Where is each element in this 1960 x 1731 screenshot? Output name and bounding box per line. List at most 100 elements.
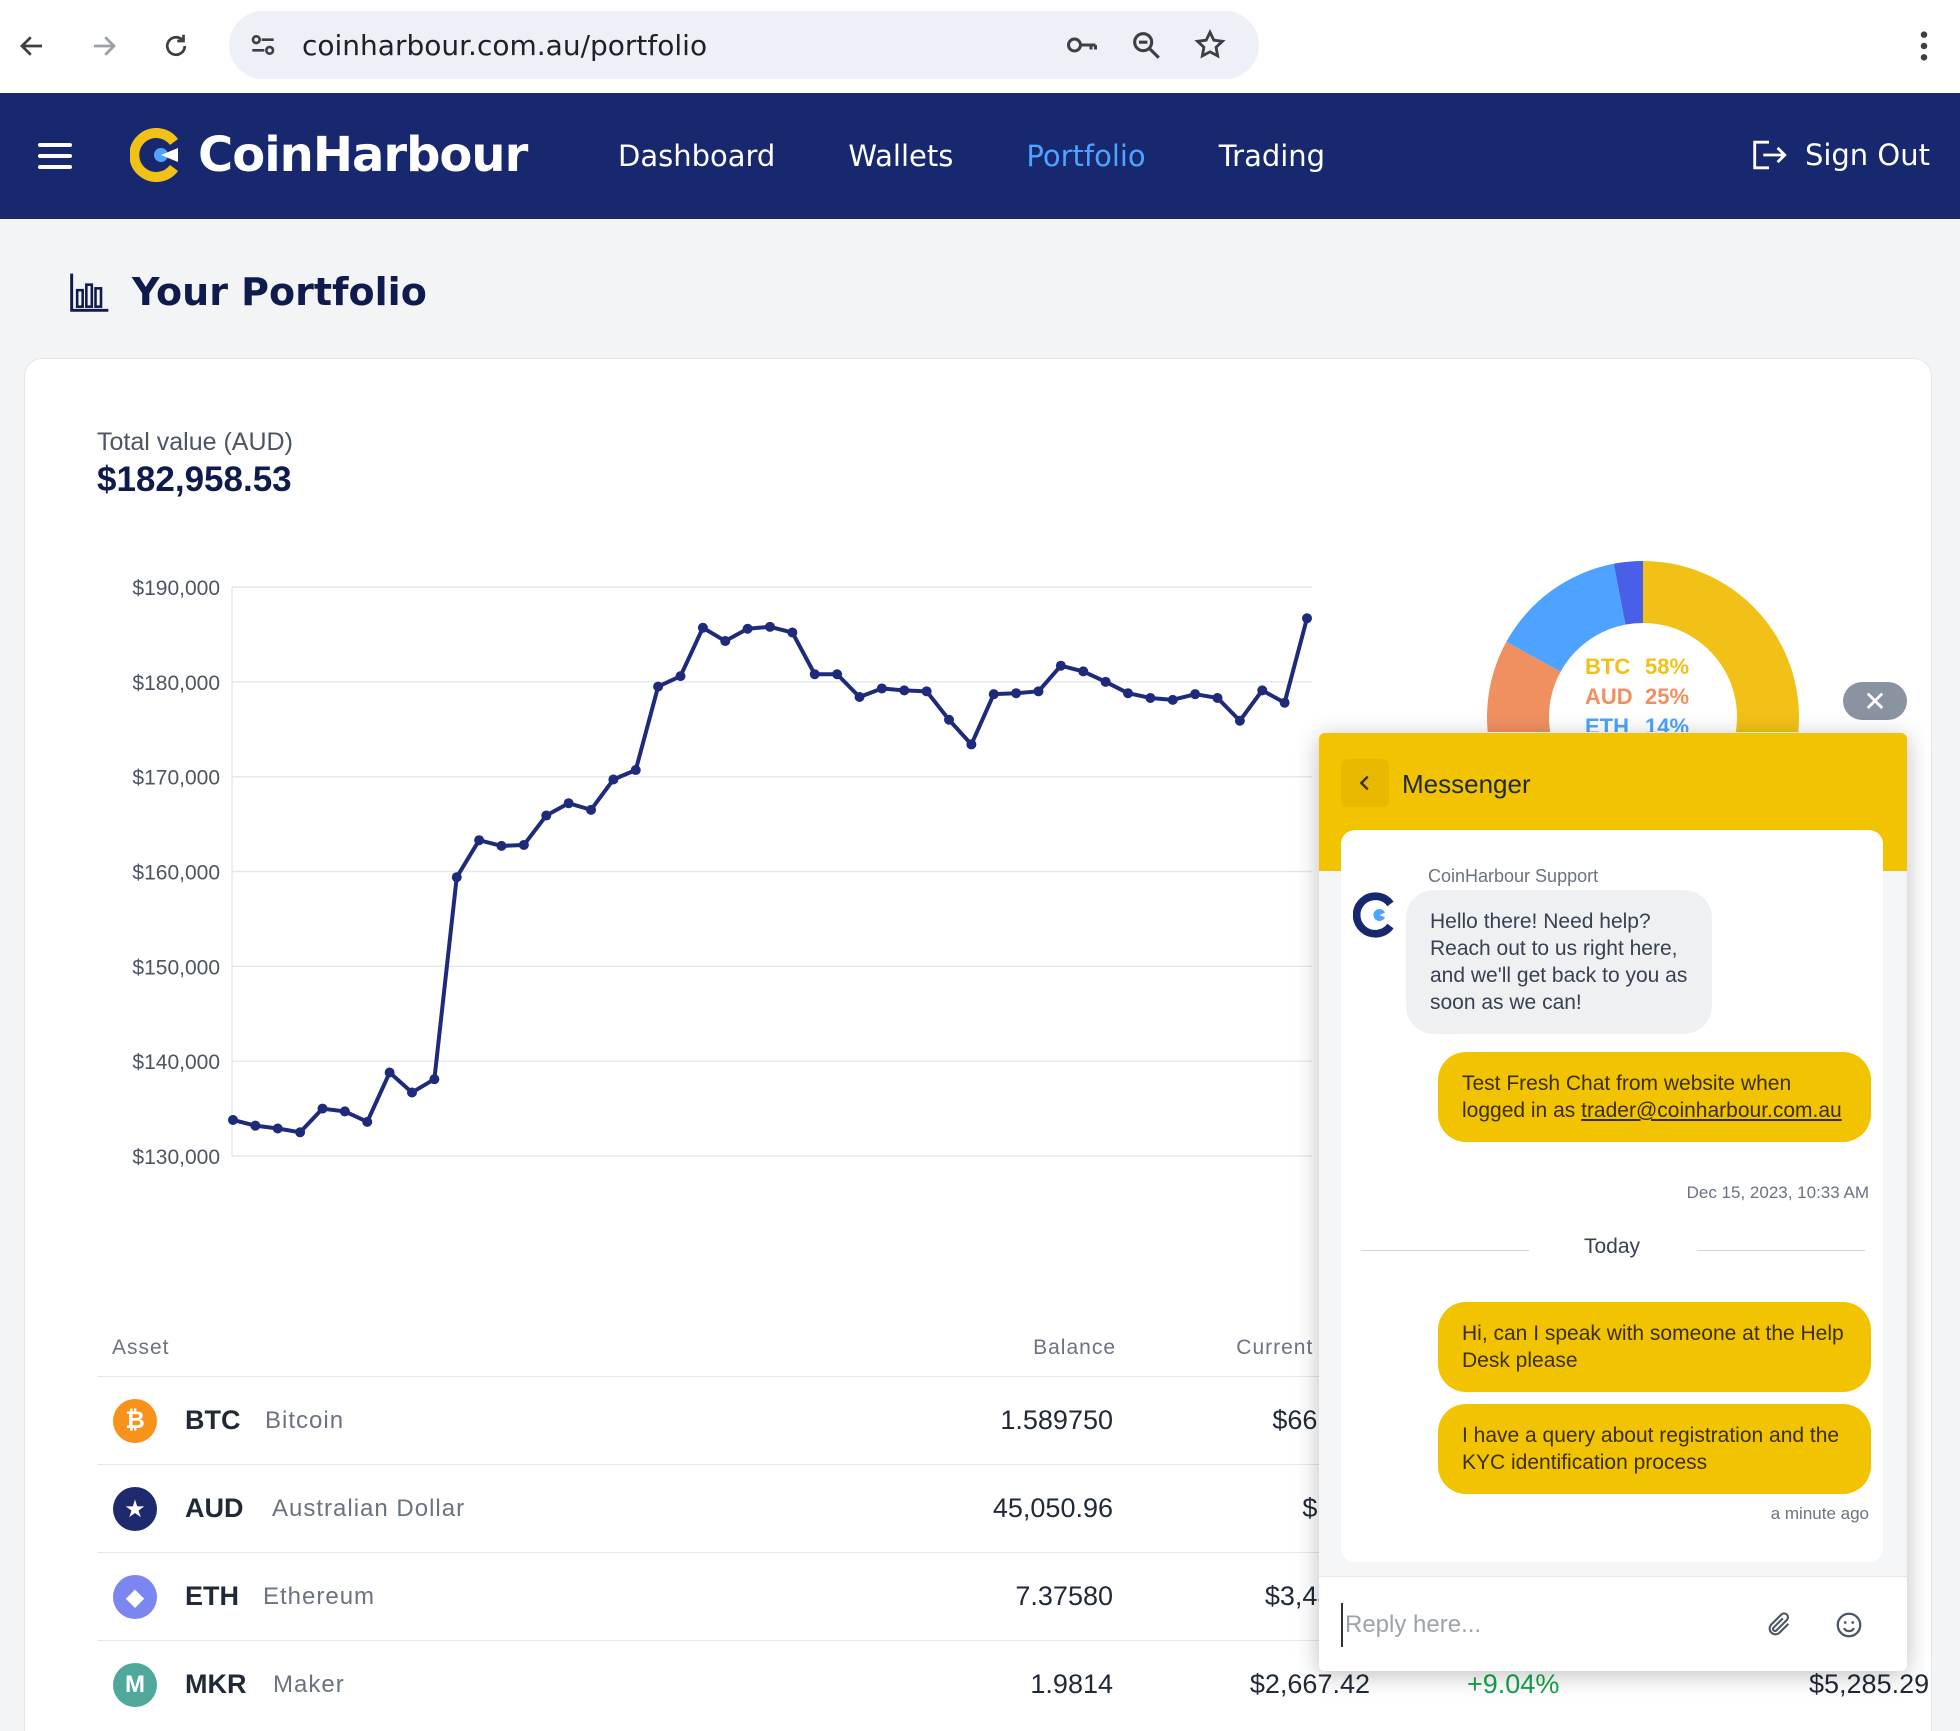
data-point[interactable] xyxy=(720,636,731,647)
data-point[interactable] xyxy=(541,810,552,821)
data-point[interactable] xyxy=(630,765,641,776)
sign-out-button[interactable]: Sign Out xyxy=(1749,137,1930,173)
data-point[interactable] xyxy=(474,835,485,846)
data-point[interactable] xyxy=(563,798,574,809)
data-point[interactable] xyxy=(675,671,686,682)
data-point[interactable] xyxy=(876,683,887,694)
data-point[interactable] xyxy=(608,774,619,785)
data-point[interactable] xyxy=(697,622,708,633)
data-point[interactable] xyxy=(1100,676,1111,687)
browser-menu-icon[interactable] xyxy=(1906,22,1942,70)
data-point[interactable] xyxy=(787,627,798,638)
donut-percent: 25% xyxy=(1645,684,1689,709)
user-message: Test Fresh Chat from website when logged… xyxy=(1438,1052,1871,1142)
reply-input[interactable] xyxy=(1341,1603,1741,1647)
brand-logo[interactable]: CoinHarbour xyxy=(130,127,528,183)
data-point[interactable] xyxy=(1123,688,1133,699)
data-point[interactable] xyxy=(1279,697,1290,708)
data-point[interactable] xyxy=(1145,692,1156,703)
asset-balance: 7.37580 xyxy=(1015,1581,1113,1611)
forward-arrow-icon[interactable] xyxy=(80,22,128,70)
paperclip-icon[interactable] xyxy=(1759,1605,1799,1645)
back-button[interactable] xyxy=(1341,759,1389,807)
series-line xyxy=(232,617,1309,1135)
data-point[interactable] xyxy=(1033,686,1044,697)
allocation-donut-chart: BTC 58% AUD 25% ETH 14% xyxy=(1487,561,1799,732)
asset-symbol: MKR xyxy=(185,1669,247,1699)
nav-dashboard[interactable]: Dashboard xyxy=(618,139,775,173)
zoom-icon[interactable] xyxy=(1128,27,1164,63)
data-point[interactable] xyxy=(921,686,932,697)
data-point[interactable] xyxy=(272,1123,283,1134)
key-icon[interactable] xyxy=(1064,27,1100,63)
nav-trading[interactable]: Trading xyxy=(1219,139,1325,173)
data-point[interactable] xyxy=(832,669,843,680)
donut-label: ETH xyxy=(1585,714,1629,732)
bookmark-star-icon[interactable] xyxy=(1192,27,1228,63)
asset-value: $5,285.29 xyxy=(1809,1669,1930,1699)
data-point[interactable] xyxy=(317,1103,328,1114)
data-point[interactable] xyxy=(384,1067,395,1078)
data-point[interactable] xyxy=(899,685,910,696)
data-point[interactable] xyxy=(653,681,664,692)
portfolio-value-line-chart: $190,000 $180,000 $170,000 $160,000 $150,000… xyxy=(132,577,1312,1169)
data-point[interactable] xyxy=(496,840,507,851)
reply-bar xyxy=(1319,1576,1907,1671)
back-arrow-icon[interactable] xyxy=(8,22,56,70)
data-point[interactable] xyxy=(451,872,462,883)
nav-portfolio[interactable]: Portfolio xyxy=(1026,139,1145,173)
url-text[interactable]: coinharbour.com.au/portfolio xyxy=(302,29,707,62)
data-point[interactable] xyxy=(586,804,596,815)
chevron-left-icon xyxy=(1359,775,1369,791)
data-point[interactable] xyxy=(1055,660,1066,671)
data-point[interactable] xyxy=(944,714,954,725)
support-avatar-icon xyxy=(1353,892,1394,938)
data-point[interactable] xyxy=(295,1127,306,1138)
hamburger-menu-icon[interactable] xyxy=(38,143,74,169)
data-point[interactable] xyxy=(765,621,775,632)
data-point[interactable] xyxy=(407,1087,417,1098)
y-tick-label: $140,000 xyxy=(132,1051,220,1074)
data-point[interactable] xyxy=(339,1106,350,1117)
total-value: $182,958.53 xyxy=(97,460,292,499)
main-nav: Dashboard Wallets Portfolio Trading xyxy=(618,139,1398,173)
asset-symbol: ETH xyxy=(185,1581,239,1611)
data-point[interactable] xyxy=(1167,694,1178,705)
data-point[interactable] xyxy=(429,1074,440,1085)
page-heading: Your Portfolio xyxy=(132,270,427,314)
y-tick-label: $160,000 xyxy=(132,862,220,885)
reload-icon[interactable] xyxy=(152,22,200,70)
nav-wallets[interactable]: Wallets xyxy=(848,139,953,173)
data-point[interactable] xyxy=(1078,666,1089,677)
data-point[interactable] xyxy=(1190,689,1201,700)
sign-out-icon xyxy=(1753,140,1787,170)
email-link[interactable]: trader@coinharbour.com.au xyxy=(1581,1099,1842,1122)
table-header: Asset Balance Current Price xyxy=(97,1336,1372,1376)
data-point[interactable] xyxy=(988,689,999,700)
asset-name: Australian Dollar xyxy=(272,1495,466,1522)
data-point[interactable] xyxy=(1234,715,1245,726)
data-point[interactable] xyxy=(742,623,753,634)
data-point[interactable] xyxy=(854,692,865,703)
brand-name: CoinHarbour xyxy=(198,127,528,183)
data-point[interactable] xyxy=(362,1116,373,1127)
data-point[interactable] xyxy=(250,1120,261,1131)
emoji-icon[interactable] xyxy=(1829,1605,1869,1645)
col-asset: Asset xyxy=(112,1336,170,1359)
data-point[interactable] xyxy=(809,669,820,680)
data-point[interactable] xyxy=(966,739,977,750)
data-point[interactable] xyxy=(1302,613,1312,624)
address-bar[interactable]: coinharbour.com.au/portfolio xyxy=(229,11,1259,79)
close-chat-button[interactable]: ✕ xyxy=(1843,682,1907,720)
conversation-area[interactable]: CoinHarbour Support Hello there! Need he… xyxy=(1341,830,1883,1562)
data-point[interactable] xyxy=(518,839,529,850)
data-point[interactable] xyxy=(1212,692,1223,703)
data-point[interactable] xyxy=(1011,688,1022,699)
site-settings-icon[interactable] xyxy=(247,29,279,66)
total-value-label: Total value (AUD) xyxy=(97,428,293,456)
y-tick-label: $190,000 xyxy=(132,577,220,600)
data-point[interactable] xyxy=(1257,685,1268,696)
data-point[interactable] xyxy=(228,1114,238,1125)
asset-symbol: BTC xyxy=(185,1405,241,1435)
donut-percent: 58% xyxy=(1645,654,1689,679)
